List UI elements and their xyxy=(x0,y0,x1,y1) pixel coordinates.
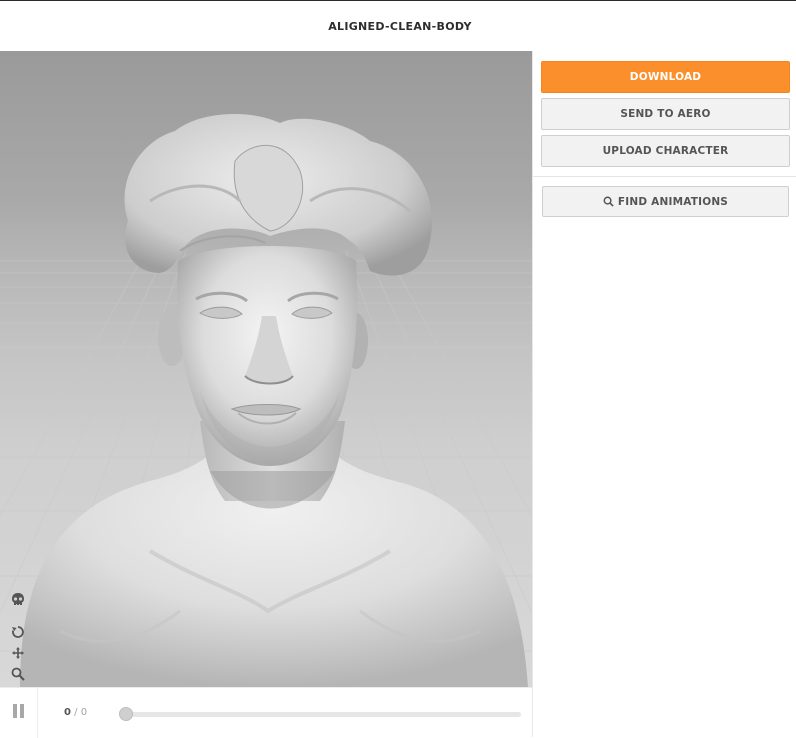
timeline-scrubber[interactable] xyxy=(119,707,133,721)
timeline-track[interactable] xyxy=(122,712,521,717)
send-to-aero-button[interactable]: SEND TO AERO xyxy=(541,98,790,130)
3d-viewport[interactable] xyxy=(0,51,532,687)
find-animations-label: FIND ANIMATIONS xyxy=(617,195,729,208)
side-panel: DOWNLOAD SEND TO AERO UPLOAD CHARACTER F… xyxy=(533,51,796,737)
upload-character-button[interactable]: UPLOAD CHARACTER xyxy=(541,135,790,167)
move-icon[interactable] xyxy=(9,644,27,662)
total-frames: 0 xyxy=(80,707,88,718)
pause-icon xyxy=(12,703,25,723)
zoom-icon[interactable] xyxy=(9,665,27,683)
download-label: DOWNLOAD xyxy=(629,71,702,83)
panel-separator xyxy=(533,176,796,177)
search-icon xyxy=(603,196,614,207)
pause-button[interactable] xyxy=(0,688,38,738)
header: ALIGNED-CLEAN-BODY xyxy=(0,1,796,51)
skull-icon[interactable] xyxy=(9,591,27,609)
frame-counter: 0 / 0 xyxy=(64,707,87,718)
character-model-render[interactable] xyxy=(0,51,532,687)
find-animations-button[interactable]: FIND ANIMATIONS xyxy=(542,186,789,217)
playback-bar: 0 / 0 xyxy=(0,687,532,738)
upload-character-label: UPLOAD CHARACTER xyxy=(602,145,729,157)
rotate-icon[interactable] xyxy=(9,623,27,641)
frame-separator: / xyxy=(70,707,81,718)
current-frame: 0 xyxy=(64,707,71,718)
send-to-aero-label: SEND TO AERO xyxy=(620,108,711,120)
viewport-toolbar xyxy=(9,591,29,687)
download-button[interactable]: DOWNLOAD xyxy=(541,61,790,93)
page-title: ALIGNED-CLEAN-BODY xyxy=(328,19,472,33)
